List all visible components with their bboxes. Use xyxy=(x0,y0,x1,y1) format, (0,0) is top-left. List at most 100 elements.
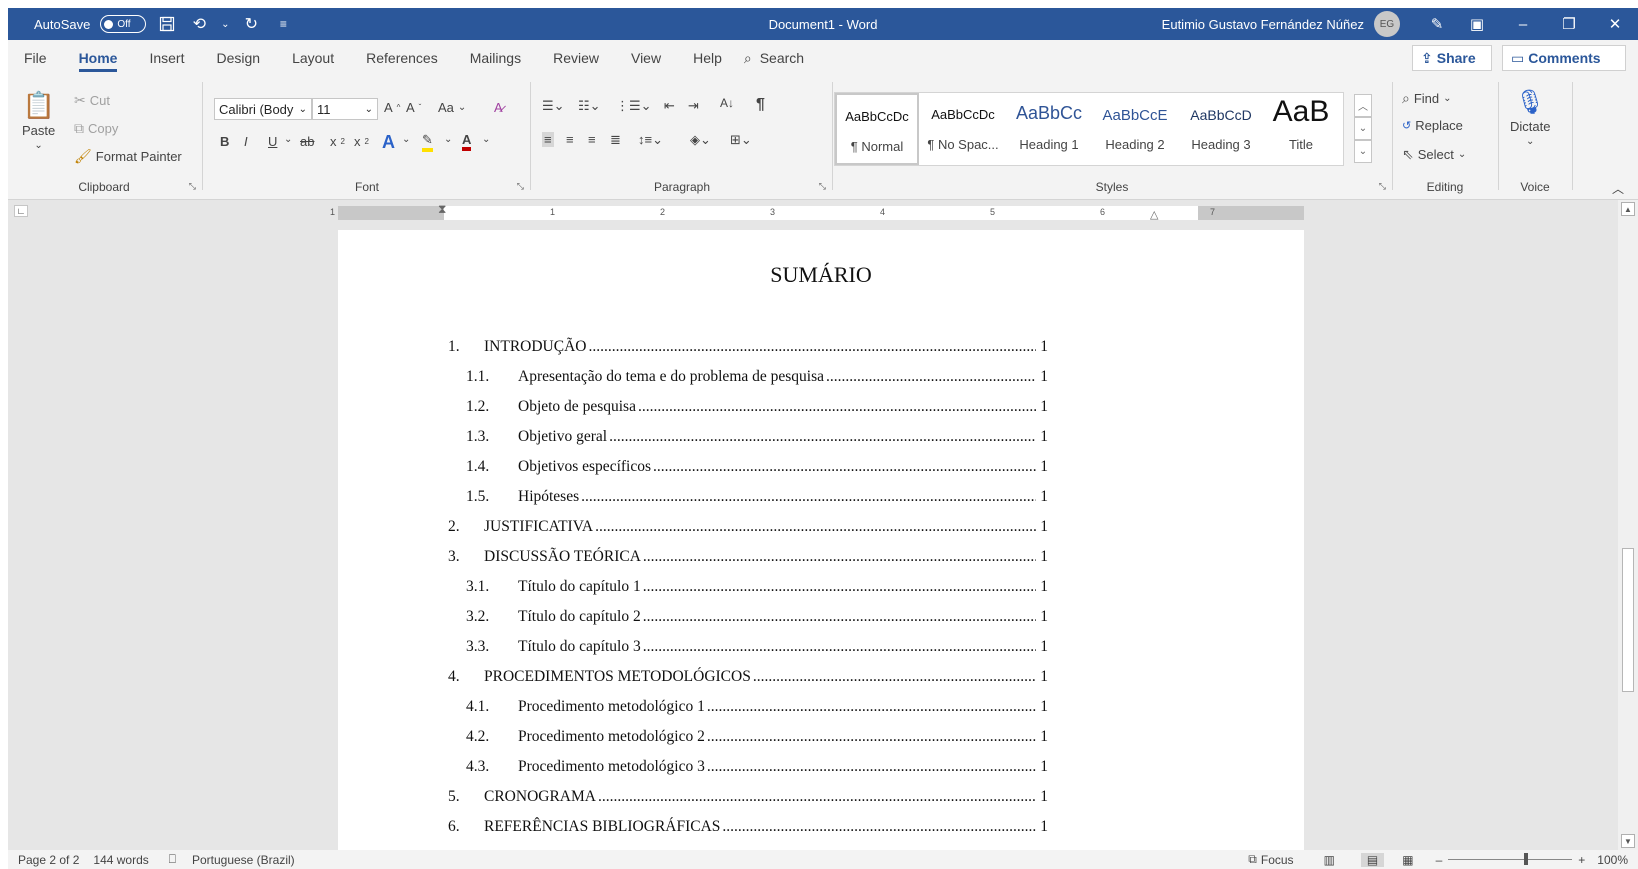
dictate-button[interactable]: 🎙 Dictate ⌄ xyxy=(1510,88,1550,147)
tab-insert[interactable]: Insert xyxy=(133,40,200,76)
style-normal[interactable]: AaBbCcDc ¶ Normal xyxy=(835,93,919,165)
multilevel-list-icon[interactable]: ⋮☰⌄ xyxy=(616,98,652,114)
tab-view[interactable]: View xyxy=(615,40,677,76)
bullets-icon[interactable]: ☰⌄ xyxy=(542,98,565,114)
subscript-icon[interactable]: x2 xyxy=(330,134,345,149)
avatar[interactable]: EG xyxy=(1374,11,1400,37)
zoom-in-icon[interactable]: + xyxy=(1578,853,1585,867)
tab-review[interactable]: Review xyxy=(537,40,615,76)
show-formatting-icon[interactable]: ¶ xyxy=(756,96,765,114)
right-indent-icon[interactable]: △ xyxy=(1150,208,1158,221)
toc-entry[interactable]: 1.5. Hipóteses...........................… xyxy=(448,476,1048,506)
increase-indent-icon[interactable]: ⇥ xyxy=(688,98,699,114)
user-name[interactable]: Eutimio Gustavo Fernández Núñez xyxy=(1162,17,1364,32)
highlight-icon[interactable]: ✎ xyxy=(422,132,433,152)
grow-font-icon[interactable]: A ^ xyxy=(384,100,400,115)
copy-button[interactable]: ⧉ Copy xyxy=(74,120,118,137)
word-count[interactable]: 144 words xyxy=(93,853,148,867)
font-color-icon[interactable]: A xyxy=(462,132,472,151)
dialog-launcher-icon[interactable]: ⤡ xyxy=(189,181,196,192)
toc-entry[interactable]: 5. CRONOGRAMA............................… xyxy=(448,776,1048,806)
zoom-slider-thumb[interactable] xyxy=(1524,853,1529,865)
borders-icon[interactable]: ⊞⌄ xyxy=(730,132,752,148)
bold-icon[interactable]: B xyxy=(220,134,229,149)
coauthor-icon[interactable]: ✎ xyxy=(1420,8,1454,40)
toc-entry[interactable]: 1.4. Objetivos específicos...............… xyxy=(448,446,1048,476)
undo-icon[interactable]: ⟲ xyxy=(188,13,210,35)
proofing-icon[interactable]: ⎕ xyxy=(169,852,176,867)
scroll-thumb[interactable] xyxy=(1622,548,1634,692)
strikethrough-icon[interactable]: ab xyxy=(300,134,314,149)
style-heading-1[interactable]: AaBbCc Heading 1 xyxy=(1007,93,1091,165)
tab-mailings[interactable]: Mailings xyxy=(454,40,537,76)
change-case-button[interactable]: Aa ⌄ xyxy=(438,100,466,115)
dialog-launcher-icon[interactable]: ⤡ xyxy=(819,181,826,192)
shading-icon[interactable]: ◈⌄ xyxy=(690,132,711,148)
toc-entry[interactable]: 2. JUSTIFICATIVA.........................… xyxy=(448,506,1048,536)
justify-icon[interactable]: ≣ xyxy=(610,132,621,148)
horizontal-ruler[interactable]: 1 1 2 3 4 5 6 7 ⧗ △ xyxy=(330,202,1304,221)
toc-entry[interactable]: 3.1. Título do capítulo 1................… xyxy=(448,566,1048,596)
tab-file[interactable]: File xyxy=(8,40,63,76)
collapse-ribbon-icon[interactable]: ︿ xyxy=(1612,180,1624,197)
dialog-launcher-icon[interactable]: ⤡ xyxy=(517,181,524,192)
minimize-icon[interactable]: – xyxy=(1500,8,1546,40)
chevron-down-icon[interactable]: ⌄ xyxy=(482,134,490,145)
tab-home[interactable]: Home xyxy=(63,40,134,76)
ribbon-display-icon[interactable]: ▣ xyxy=(1454,8,1500,40)
zoom-out-icon[interactable]: – xyxy=(1436,853,1443,867)
restore-icon[interactable]: ❐ xyxy=(1546,8,1592,40)
redo-icon[interactable]: ↻ xyxy=(240,13,262,35)
indent-marker-icon[interactable]: ⧗ xyxy=(438,202,446,217)
align-left-icon[interactable]: ≡ xyxy=(542,132,554,147)
read-mode-icon[interactable]: ▥ xyxy=(1324,853,1335,867)
chevron-down-icon[interactable]: ⌄ xyxy=(402,134,410,145)
underline-icon[interactable]: U xyxy=(268,134,277,149)
clear-formatting-icon[interactable]: A̷ xyxy=(494,100,503,115)
style-heading-2[interactable]: AaBbCcE Heading 2 xyxy=(1093,93,1177,165)
undo-dropdown-icon[interactable]: ⌄ xyxy=(220,13,230,35)
chevron-down-icon[interactable]: ⌄ xyxy=(444,134,452,145)
chevron-down-icon[interactable]: ⌄ xyxy=(284,134,292,145)
toc-entry[interactable]: 1. INTRODUÇÃO............................… xyxy=(448,326,1048,356)
replace-button[interactable]: ↺ Replace xyxy=(1402,118,1463,133)
search-box[interactable]: ⌕ Search xyxy=(744,50,804,67)
cut-button[interactable]: ✂ Cut xyxy=(74,92,110,109)
tab-references[interactable]: References xyxy=(350,40,454,76)
tab-design[interactable]: Design xyxy=(200,40,276,76)
toc-entry[interactable]: 1.1. Apresentação do tema e do problema d… xyxy=(448,356,1048,386)
toc-entry[interactable]: 6. REFERÊNCIAS BIBLIOGRÁFICAS............… xyxy=(448,806,1048,836)
format-painter-button[interactable]: 🖌 Format Painter xyxy=(74,148,182,165)
decrease-indent-icon[interactable]: ⇤ xyxy=(664,98,675,114)
toc-entry[interactable]: 1.2. Objeto de pesquisa..................… xyxy=(448,386,1048,416)
web-layout-icon[interactable]: ▦ xyxy=(1402,853,1413,867)
shrink-font-icon[interactable]: Aˇ xyxy=(406,100,421,115)
scroll-up-icon[interactable]: ▲ xyxy=(1621,202,1635,216)
close-icon[interactable]: ✕ xyxy=(1592,8,1638,40)
autosave-toggle[interactable]: Off xyxy=(100,15,147,33)
toc-entry[interactable]: 3. DISCUSSÃO TEÓRICA.....................… xyxy=(448,536,1048,566)
align-center-icon[interactable]: ≡ xyxy=(566,132,574,147)
font-size-dropdown[interactable]: 11 ⌄ xyxy=(312,98,378,120)
superscript-icon[interactable]: x2 xyxy=(354,134,369,149)
comments-button[interactable]: ▭ Comments xyxy=(1502,45,1626,71)
toc-entry[interactable]: 4. PROCEDIMENTOS METODOLÓGICOS...........… xyxy=(448,656,1048,686)
toc-entry[interactable]: 1.3. Objetivo geral......................… xyxy=(448,416,1048,446)
tab-layout[interactable]: Layout xyxy=(276,40,350,76)
find-button[interactable]: ⌕ Find ⌄ xyxy=(1402,90,1452,107)
style-heading-3[interactable]: AaBbCcD Heading 3 xyxy=(1179,93,1263,165)
text-effects-icon[interactable]: A xyxy=(382,132,395,153)
focus-icon[interactable]: ⧉ xyxy=(1248,852,1257,867)
gallery-scroll-up[interactable]: ︿ xyxy=(1354,94,1372,117)
paste-button[interactable]: 📋 Paste ⌄ xyxy=(22,90,55,151)
gallery-scroll-down[interactable]: ⌄ xyxy=(1354,117,1372,140)
zoom-level[interactable]: 100% xyxy=(1597,853,1628,867)
style-title[interactable]: AaB Title xyxy=(1259,93,1343,165)
document-page[interactable]: SUMÁRIO 1. INTRODUÇÃO....................… xyxy=(338,230,1304,850)
zoom-slider[interactable] xyxy=(1448,853,1573,865)
toc-entry[interactable]: 4.2. Procedimento metodológico 2.........… xyxy=(448,716,1048,746)
align-right-icon[interactable]: ≡ xyxy=(588,132,596,147)
scroll-down-icon[interactable]: ▼ xyxy=(1621,834,1635,848)
toc-entry[interactable]: 3.3. Título do capítulo 3................… xyxy=(448,626,1048,656)
toc-entry[interactable]: 3.2. Título do capítulo 2................… xyxy=(448,596,1048,626)
